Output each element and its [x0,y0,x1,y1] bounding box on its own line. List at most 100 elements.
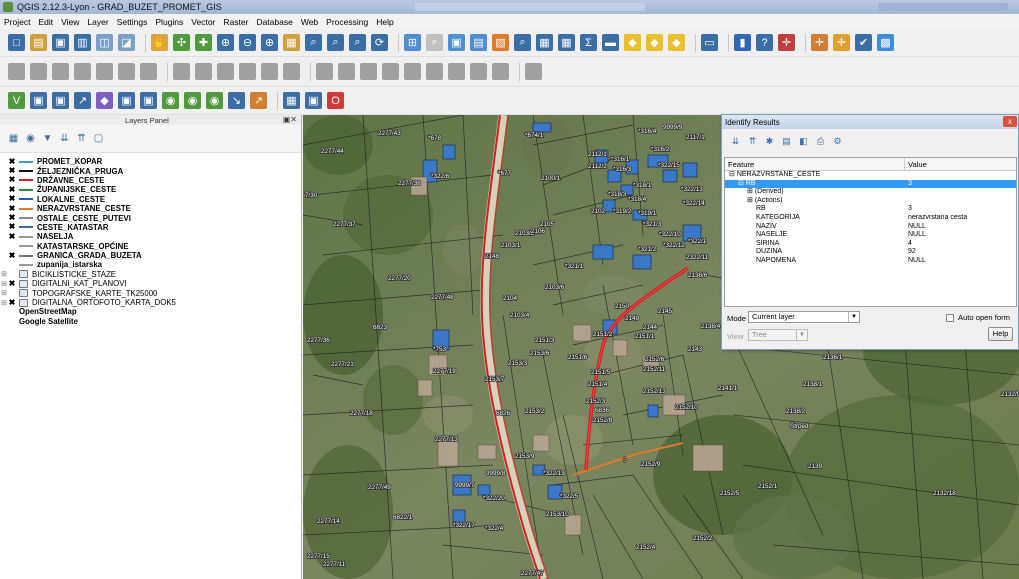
tb1-tool-icon[interactable]: ▦ [283,34,300,51]
layer-item[interactable]: OpenStreetMap [0,307,301,316]
tb1-tool-icon[interactable]: ▣ [448,34,465,51]
tb2-tool-icon[interactable] [404,63,421,80]
layer-item[interactable]: Google Satellite [0,317,301,326]
tb1-tool-icon[interactable]: ▦ [536,34,553,51]
tb2-tool-icon[interactable] [338,63,355,80]
tb2-tool-icon[interactable] [261,63,278,80]
tb1-tool-icon[interactable]: ⊖ [239,34,256,51]
tb1-tool-icon[interactable]: ✛ [811,34,828,51]
tb1-tool-icon[interactable]: ✣ [173,34,190,51]
identify-row[interactable]: KATEGORIJA nerazvrstana cesta [725,214,1016,223]
tree-expander-icon[interactable]: ⊞ [747,197,755,204]
layer-item[interactable]: ⊞ TOPOGRAFSKE_KARTE_TK25000 [0,288,301,298]
tb2-tool-icon[interactable] [52,63,69,80]
tb2-tool-icon[interactable] [239,63,256,80]
layer-visibility-checkbox[interactable]: ✖ [8,176,16,184]
tb1-tool-icon[interactable]: ⌕ [305,34,322,51]
header-value[interactable]: Value [905,158,930,170]
layer-item[interactable]: KATASTARSKE_OPĆINE [0,242,301,251]
tb1-tool-icon[interactable]: ✛ [778,34,795,51]
tb3-tool-icon[interactable]: ▣ [52,92,69,109]
tb2-tool-icon[interactable] [525,63,542,80]
tree-expander-icon[interactable]: ⊞ [747,188,755,195]
tb2-tool-icon[interactable] [173,63,190,80]
tree-expander-icon[interactable]: ⊟ [729,171,737,178]
print-icon[interactable]: ⎙ [815,136,826,147]
tb1-tool-icon[interactable]: ✚ [195,34,212,51]
tb1-tool-icon[interactable]: ▧ [492,34,509,51]
tb2-tool-icon[interactable] [360,63,377,80]
layer-visibility-checkbox[interactable]: ✖ [8,214,16,222]
layer-visibility-checkbox[interactable]: ✖ [8,251,16,260]
tb3-tool-icon[interactable]: ↗ [74,92,91,109]
tb3-tool-icon[interactable]: ◆ [96,92,113,109]
header-feature[interactable]: Feature [725,158,905,170]
collapse-tree-icon[interactable]: ⇈ [747,136,758,147]
tb2-tool-icon[interactable] [140,63,157,80]
identify-row[interactable]: ŠIRINA 4 [725,240,1016,249]
expand-group-icon[interactable]: ⊞ [0,280,8,288]
layer-visibility-checkbox[interactable]: ✖ [8,195,16,203]
tb2-tool-icon[interactable] [316,63,333,80]
tb2-tool-icon[interactable] [217,63,234,80]
layer-visibility-checkbox[interactable] [8,289,16,297]
menu-edit[interactable]: Edit [38,17,53,27]
layer-item[interactable]: ✖ CESTE_KATASTAR [0,223,301,232]
menu-plugins[interactable]: Plugins [155,17,183,27]
menu-web[interactable]: Web [301,17,318,27]
layer-visibility-checkbox[interactable]: ✖ [8,185,16,194]
tb1-tool-icon[interactable]: ▬ [602,34,619,51]
tb1-tool-icon[interactable]: ✋ [151,34,168,51]
tb3-tool-icon[interactable]: ↘ [228,92,245,109]
layer-item[interactable]: ✖ OSTALE_CESTE_PUTEVI [0,213,301,223]
layer-visibility-checkbox[interactable] [8,261,16,269]
identify-row[interactable]: NAZIV NULL [725,223,1016,232]
tb2-tool-icon[interactable] [8,63,25,80]
layer-item[interactable]: zupanija_istarska [0,260,301,269]
expand-group-icon[interactable]: ⊞ [0,270,8,278]
layer-item[interactable]: ⊞ ✖ DIGITALNI_KAT_PLANOVI [0,279,301,288]
tb3-tool-icon[interactable]: ▣ [140,92,157,109]
tb1-tool-icon[interactable]: ▤ [470,34,487,51]
tb1-tool-icon[interactable]: ◪ [118,34,135,51]
layer-item[interactable]: ⊞ ✖ DIGITALNA_ORTOFOTO_KARTA_DOK5 [0,298,301,307]
expand-tree-icon[interactable]: ⇊ [730,136,741,147]
tb3-tool-icon[interactable]: V [8,92,25,109]
help-button[interactable]: Help [988,327,1013,341]
layer-visibility-checkbox[interactable]: ✖ [8,167,16,175]
identify-row[interactable]: ⊟ RB 3 [725,179,1016,189]
layer-visibility-checkbox[interactable]: ✖ [8,223,16,231]
tb3-tool-icon[interactable]: ◉ [162,92,179,109]
tb1-tool-icon[interactable]: ◆ [624,34,641,51]
clear-results-icon[interactable]: ▤ [781,136,792,147]
tb1-tool-icon[interactable]: ⊕ [261,34,278,51]
layer-visibility-checkbox[interactable] [8,270,16,278]
menu-processing[interactable]: Processing [326,17,368,27]
identify-settings-icon[interactable]: ⚙ [832,136,843,147]
tb1-tool-icon[interactable]: ⊕ [217,34,234,51]
tb1-tool-icon[interactable]: Σ [580,34,597,51]
tb2-tool-icon[interactable] [426,63,443,80]
expand-all-icon[interactable]: ⇊ [59,133,70,144]
tb1-tool-icon[interactable]: ▭ [701,34,718,51]
menu-database[interactable]: Database [256,17,292,27]
tb1-tool-icon[interactable]: ▮ [734,34,751,51]
collapse-all-icon[interactable]: ⇈ [76,133,87,144]
tb2-tool-icon[interactable] [382,63,399,80]
tb3-tool-icon[interactable]: O [327,92,344,109]
identify-row[interactable]: ⊞ (Actions) [725,197,1016,206]
expand-group-icon[interactable]: ⊞ [0,289,8,297]
identify-row[interactable]: RB 3 [725,205,1016,214]
identify-row[interactable]: ⊟ NERAZVRSTANE_CESTE [725,171,1016,180]
identify-close-button[interactable]: x [1003,116,1017,127]
tb3-tool-icon[interactable]: ◉ [206,92,223,109]
tb1-tool-icon[interactable]: ? [756,34,773,51]
tb2-tool-icon[interactable] [118,63,135,80]
menu-settings[interactable]: Settings [117,17,148,27]
remove-layer-icon[interactable]: ▢ [93,133,104,144]
tb2-tool-icon[interactable] [470,63,487,80]
tb2-tool-icon[interactable] [195,63,212,80]
tb3-tool-icon[interactable]: ▦ [283,92,300,109]
tb1-tool-icon[interactable]: ⌕ [514,34,531,51]
menu-view[interactable]: View [61,17,79,27]
